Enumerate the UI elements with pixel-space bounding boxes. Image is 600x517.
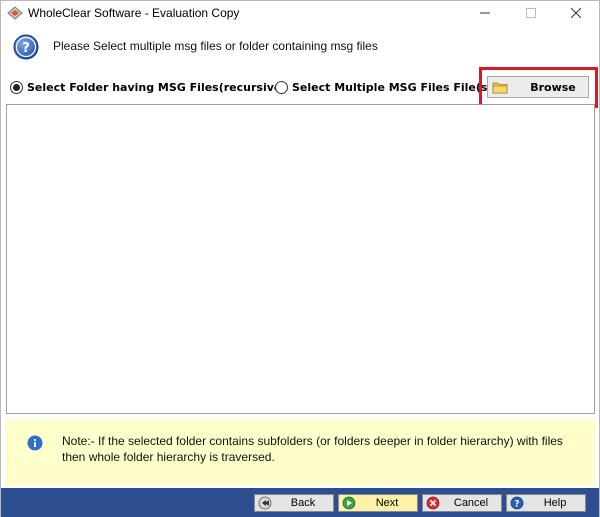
- files-radio-label[interactable]: Select Multiple MSG Files File(s): [292, 81, 492, 94]
- maximize-button[interactable]: [508, 1, 554, 25]
- close-button[interactable]: [553, 1, 599, 25]
- info-icon: [27, 435, 43, 451]
- wizard-header: ? Please Select multiple msg files or fo…: [1, 25, 599, 66]
- app-logo-icon: [7, 6, 23, 20]
- navigation-bar: Back Next Cancel ? Help: [1, 488, 599, 517]
- minimize-button[interactable]: [462, 1, 508, 25]
- note-panel: Note:- If the selected folder contains s…: [6, 419, 595, 485]
- cancel-icon: [426, 496, 440, 510]
- folder-icon: [492, 82, 508, 94]
- note-text: Note:- If the selected folder contains s…: [62, 434, 563, 464]
- back-arrow-icon: [258, 496, 272, 510]
- svg-text:?: ?: [22, 41, 30, 56]
- browse-button[interactable]: Browse: [487, 76, 589, 98]
- browse-label: Browse: [530, 81, 576, 94]
- file-list-panel[interactable]: [6, 104, 595, 414]
- svg-text:?: ?: [514, 500, 519, 510]
- maximize-icon: [526, 8, 536, 18]
- next-label: Next: [375, 497, 399, 509]
- help-button[interactable]: ? Help: [506, 494, 586, 512]
- folder-radio-label[interactable]: Select Folder having MSG Files(recursive…: [27, 81, 286, 94]
- wizard-window: WholeClear Software - Evaluation Copy ? …: [0, 0, 600, 517]
- back-label: Back: [290, 497, 316, 509]
- next-arrow-icon: [342, 496, 356, 510]
- title-bar: WholeClear Software - Evaluation Copy: [1, 1, 599, 25]
- header-message: Please Select multiple msg files or fold…: [53, 39, 378, 53]
- cancel-button[interactable]: Cancel: [422, 494, 502, 512]
- question-circle-icon: ?: [13, 34, 39, 60]
- next-button[interactable]: Next: [338, 494, 418, 512]
- folder-radio[interactable]: [10, 81, 23, 94]
- files-radio[interactable]: [275, 81, 288, 94]
- window-title: WholeClear Software - Evaluation Copy: [28, 6, 240, 20]
- help-icon: ?: [510, 496, 524, 510]
- close-icon: [571, 8, 581, 18]
- cancel-label: Cancel: [453, 497, 489, 509]
- help-label: Help: [543, 497, 567, 509]
- minimize-icon: [480, 12, 490, 14]
- back-button[interactable]: Back: [254, 494, 334, 512]
